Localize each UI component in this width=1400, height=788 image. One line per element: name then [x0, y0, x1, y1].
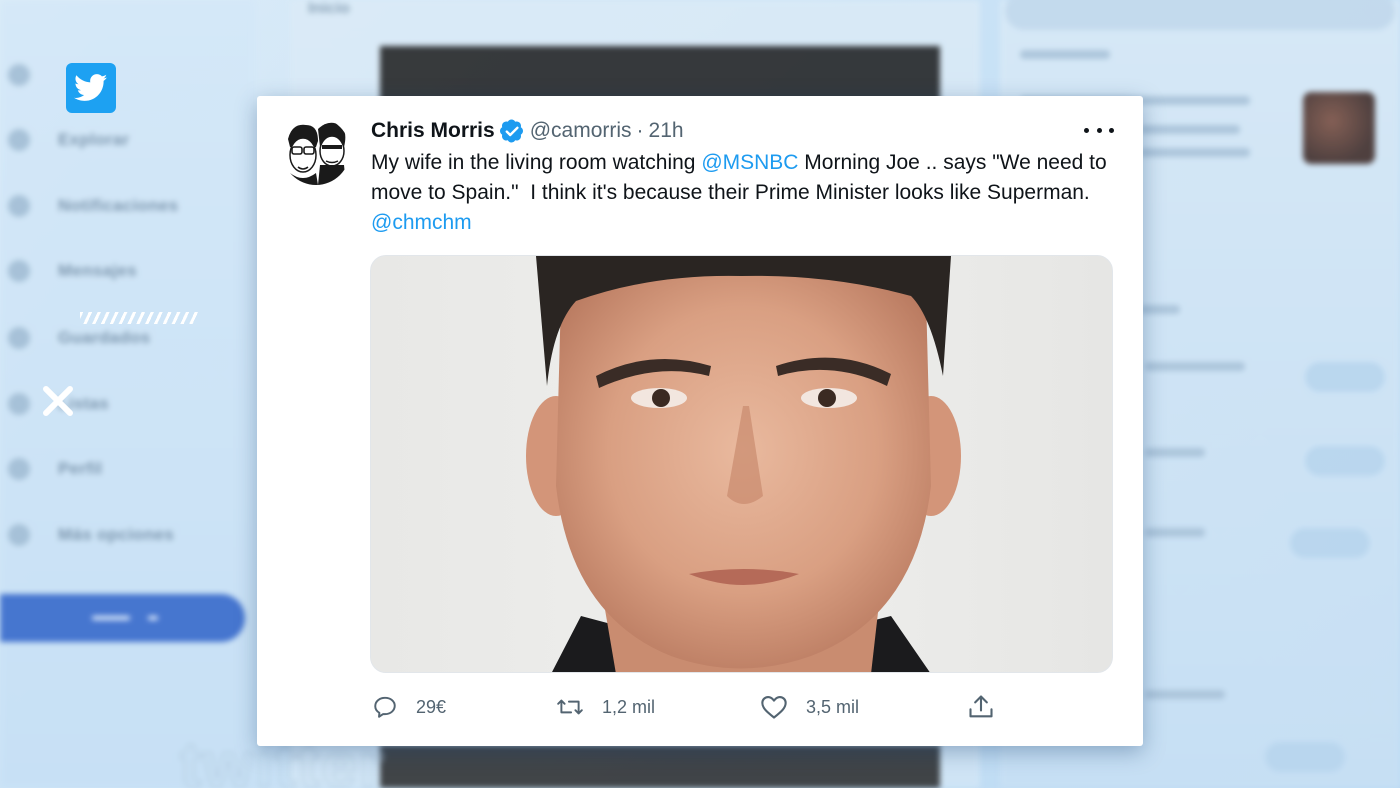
bg-follow-button — [1305, 446, 1385, 476]
bg-nav-label: Perfil — [58, 459, 103, 478]
decorative-stripes — [80, 312, 198, 324]
author-name[interactable]: Chris Morris — [371, 119, 495, 143]
bg-text-line — [1140, 125, 1240, 134]
decorative-x-icon — [43, 386, 73, 416]
mail-icon — [8, 260, 30, 282]
hashtag-icon — [8, 129, 30, 151]
bg-nav-messages: Mensajes — [8, 256, 137, 286]
author-avatar[interactable] — [282, 117, 350, 185]
share-icon — [969, 695, 993, 718]
tweet-timestamp[interactable]: 21h — [649, 119, 684, 143]
retweet-count: 1,2 mil — [602, 696, 656, 717]
bg-nav-home — [8, 60, 58, 90]
bg-nav-profile: Perfil — [8, 454, 102, 484]
bg-text-line — [1140, 148, 1250, 157]
heart-icon — [761, 696, 787, 719]
share-button[interactable] — [967, 692, 995, 722]
tweet-photo[interactable] — [370, 255, 1113, 673]
like-count: 3,5 mil — [806, 696, 860, 717]
retweet-button[interactable]: 1,2 mil — [556, 692, 655, 722]
bg-timeline-title: Inicio — [308, 0, 350, 17]
bg-nav-more: Más opciones — [8, 520, 174, 550]
reply-button[interactable]: 29€ — [372, 692, 446, 722]
bg-follow-button — [1290, 528, 1370, 558]
bg-text-line — [1145, 528, 1205, 537]
bg-nav-label: Notificaciones — [58, 196, 179, 215]
bg-text-line — [1145, 448, 1205, 457]
tweet-header: Chris Morris @camorris · 21h — [371, 117, 684, 145]
list-icon — [8, 393, 30, 415]
bg-follow-button — [1305, 362, 1385, 392]
verified-badge-icon — [499, 119, 524, 143]
header-separator: · — [636, 119, 644, 142]
reply-count: 29€ — [416, 696, 447, 717]
bg-text-line — [1020, 50, 1110, 59]
bell-icon — [8, 195, 30, 217]
tweet-text-part: My wife in the living room watching — [371, 151, 702, 174]
bg-nav-label: Mensajes — [58, 261, 137, 280]
bg-text-line — [1140, 305, 1180, 314]
bookmark-icon — [8, 327, 30, 349]
mention-link[interactable]: @chmchm — [371, 211, 472, 234]
bg-nav-label: Explorar — [58, 130, 130, 149]
more-circle-icon — [8, 524, 30, 546]
twitter-bird-icon — [66, 63, 116, 113]
bg-nav-notifications: Notificaciones — [8, 191, 178, 221]
mention-link[interactable]: @MSNBC — [701, 151, 798, 174]
bg-nav-label: Más opciones — [58, 525, 175, 544]
profile-icon — [8, 458, 30, 480]
home-icon — [8, 64, 30, 86]
tweet-text: My wife in the living room watching @MSN… — [371, 148, 1111, 238]
bg-nav-bookmarks: Guardados — [8, 323, 150, 353]
bg-follow-button — [1265, 742, 1345, 772]
author-handle[interactable]: @camorris — [530, 119, 632, 143]
like-button[interactable]: 3,5 mil — [760, 692, 859, 722]
bg-text-line — [1145, 362, 1245, 371]
reply-icon — [374, 696, 396, 718]
bg-video-bottom — [380, 745, 940, 788]
bg-tweet-button — [0, 594, 245, 642]
bg-search-bar — [1005, 0, 1395, 30]
bg-nav-label: Guardados — [58, 328, 151, 347]
bg-text-line — [1145, 690, 1225, 699]
retweet-icon — [557, 699, 583, 715]
bg-trend-thumbnail — [1303, 92, 1375, 164]
more-options-icon[interactable] — [1084, 119, 1114, 141]
bg-nav-explore: Explorar — [8, 125, 129, 155]
